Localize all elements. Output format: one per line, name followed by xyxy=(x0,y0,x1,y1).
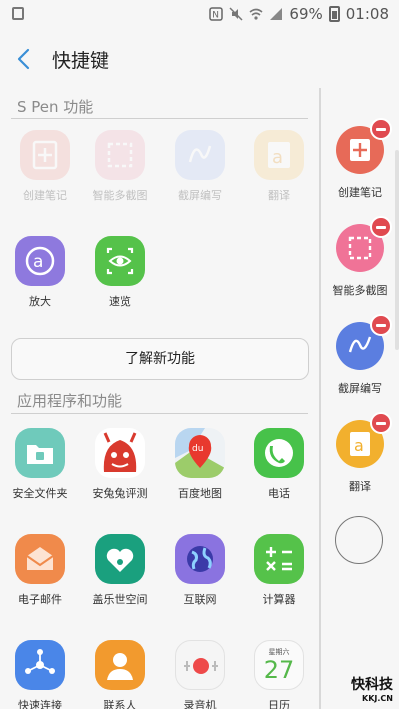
secure-folder-icon xyxy=(15,428,65,478)
battery-icon xyxy=(328,6,340,22)
contacts-icon xyxy=(95,640,145,690)
app-baidu-map[interactable]: du 百度地图 xyxy=(160,428,240,501)
magnifier-icon: a xyxy=(15,236,65,286)
spen-app-screen-write[interactable]: 截屏编写 xyxy=(160,130,240,203)
clock: 01:08 xyxy=(345,5,389,23)
section-divider xyxy=(11,118,308,119)
app-calculator[interactable]: 计算器 xyxy=(239,534,319,607)
app-contacts[interactable]: 联系人 xyxy=(80,640,160,709)
nfc-icon: N xyxy=(209,7,224,21)
app-galaxy-space[interactable]: 盖乐世空间 xyxy=(80,534,160,607)
quick-connect-icon xyxy=(15,640,65,690)
spen-app-create-note[interactable]: 创建笔记 xyxy=(5,130,85,203)
signal-icon xyxy=(270,8,283,20)
svg-text:a: a xyxy=(354,436,364,455)
learn-new-features-button[interactable]: 了解新功能 xyxy=(11,338,309,380)
screen-write-icon xyxy=(336,314,392,370)
svg-text:N: N xyxy=(213,11,220,21)
screen-write-icon xyxy=(175,130,225,180)
section-divider xyxy=(11,413,308,414)
remove-shortcut-button[interactable] xyxy=(370,118,392,140)
remove-shortcut-button[interactable] xyxy=(370,314,392,336)
remove-shortcut-button[interactable] xyxy=(370,216,392,238)
spen-app-magnify[interactable]: a 放大 xyxy=(0,236,80,309)
phone-icon xyxy=(254,428,304,478)
edge-shortcut-translate[interactable]: a 翻译 xyxy=(321,412,399,494)
svg-text:a: a xyxy=(33,252,43,272)
spen-app-glance[interactable]: 速览 xyxy=(80,236,160,309)
back-arrow-icon[interactable] xyxy=(14,48,34,70)
calendar-date: 27 xyxy=(263,656,295,684)
spen-section-title: S Pen 功能 xyxy=(17,98,94,116)
calculator-icon xyxy=(254,534,304,584)
baidu-map-icon: du xyxy=(175,428,225,478)
calendar-icon: 星期六 27 xyxy=(254,640,304,690)
status-bar: N 69% 01:08 xyxy=(0,0,399,28)
battery-percent: 69% xyxy=(289,5,323,23)
spen-app-smart-select[interactable]: 智能多截图 xyxy=(80,130,160,203)
screenshot-notification-icon xyxy=(12,7,24,20)
note-plus-icon xyxy=(336,118,392,174)
edge-shortcut-smart-select[interactable]: 智能多截图 xyxy=(321,216,399,298)
edge-shortcut-panel: 创建笔记 智能多截图 截屏编写 a 翻译 xyxy=(321,88,399,709)
app-email[interactable]: 电子邮件 xyxy=(0,534,80,607)
svg-text:du: du xyxy=(192,444,203,454)
app-recorder[interactable]: 录音机 xyxy=(160,640,240,709)
app-antutu[interactable]: 安兔兔评测 xyxy=(80,428,160,501)
crop-icon xyxy=(95,130,145,180)
galaxy-space-icon xyxy=(95,534,145,584)
remove-shortcut-button[interactable] xyxy=(370,412,392,434)
svg-text:a: a xyxy=(272,147,283,168)
app-internet[interactable]: 互联网 xyxy=(160,534,240,607)
app-phone[interactable]: 电话 xyxy=(239,428,319,501)
internet-globe-icon xyxy=(175,534,225,584)
edge-shortcut-create-note[interactable]: 创建笔记 xyxy=(321,118,399,200)
app-secure-folder[interactable]: 安全文件夹 xyxy=(0,428,80,501)
spen-app-translate[interactable]: a 翻译 xyxy=(239,130,319,203)
note-plus-icon xyxy=(20,130,70,180)
recorder-icon xyxy=(175,640,225,690)
app-calendar[interactable]: 星期六 27 日历 xyxy=(239,640,319,709)
translate-icon: a xyxy=(254,130,304,180)
edge-shortcut-screen-write[interactable]: 截屏编写 xyxy=(321,314,399,396)
apps-section-title: 应用程序和功能 xyxy=(17,392,123,410)
glance-eye-icon xyxy=(95,236,145,286)
app-list-panel: S Pen 功能 创建笔记 智能多截图 截屏编写 a 翻译 a 放大 速览 了解… xyxy=(0,88,319,709)
email-icon xyxy=(15,534,65,584)
translate-icon: a xyxy=(336,412,392,468)
crop-icon xyxy=(336,216,392,272)
antutu-icon xyxy=(95,428,145,478)
page-title: 快捷键 xyxy=(52,50,110,72)
mute-icon xyxy=(229,7,243,21)
app-bar: 快捷键 xyxy=(0,28,320,90)
app-quick-connect[interactable]: 快速连接 xyxy=(0,640,80,709)
empty-shortcut-slot[interactable] xyxy=(335,516,383,564)
watermark-logo: 快科技 KKJ.CN xyxy=(351,677,393,703)
wifi-icon xyxy=(249,8,263,20)
